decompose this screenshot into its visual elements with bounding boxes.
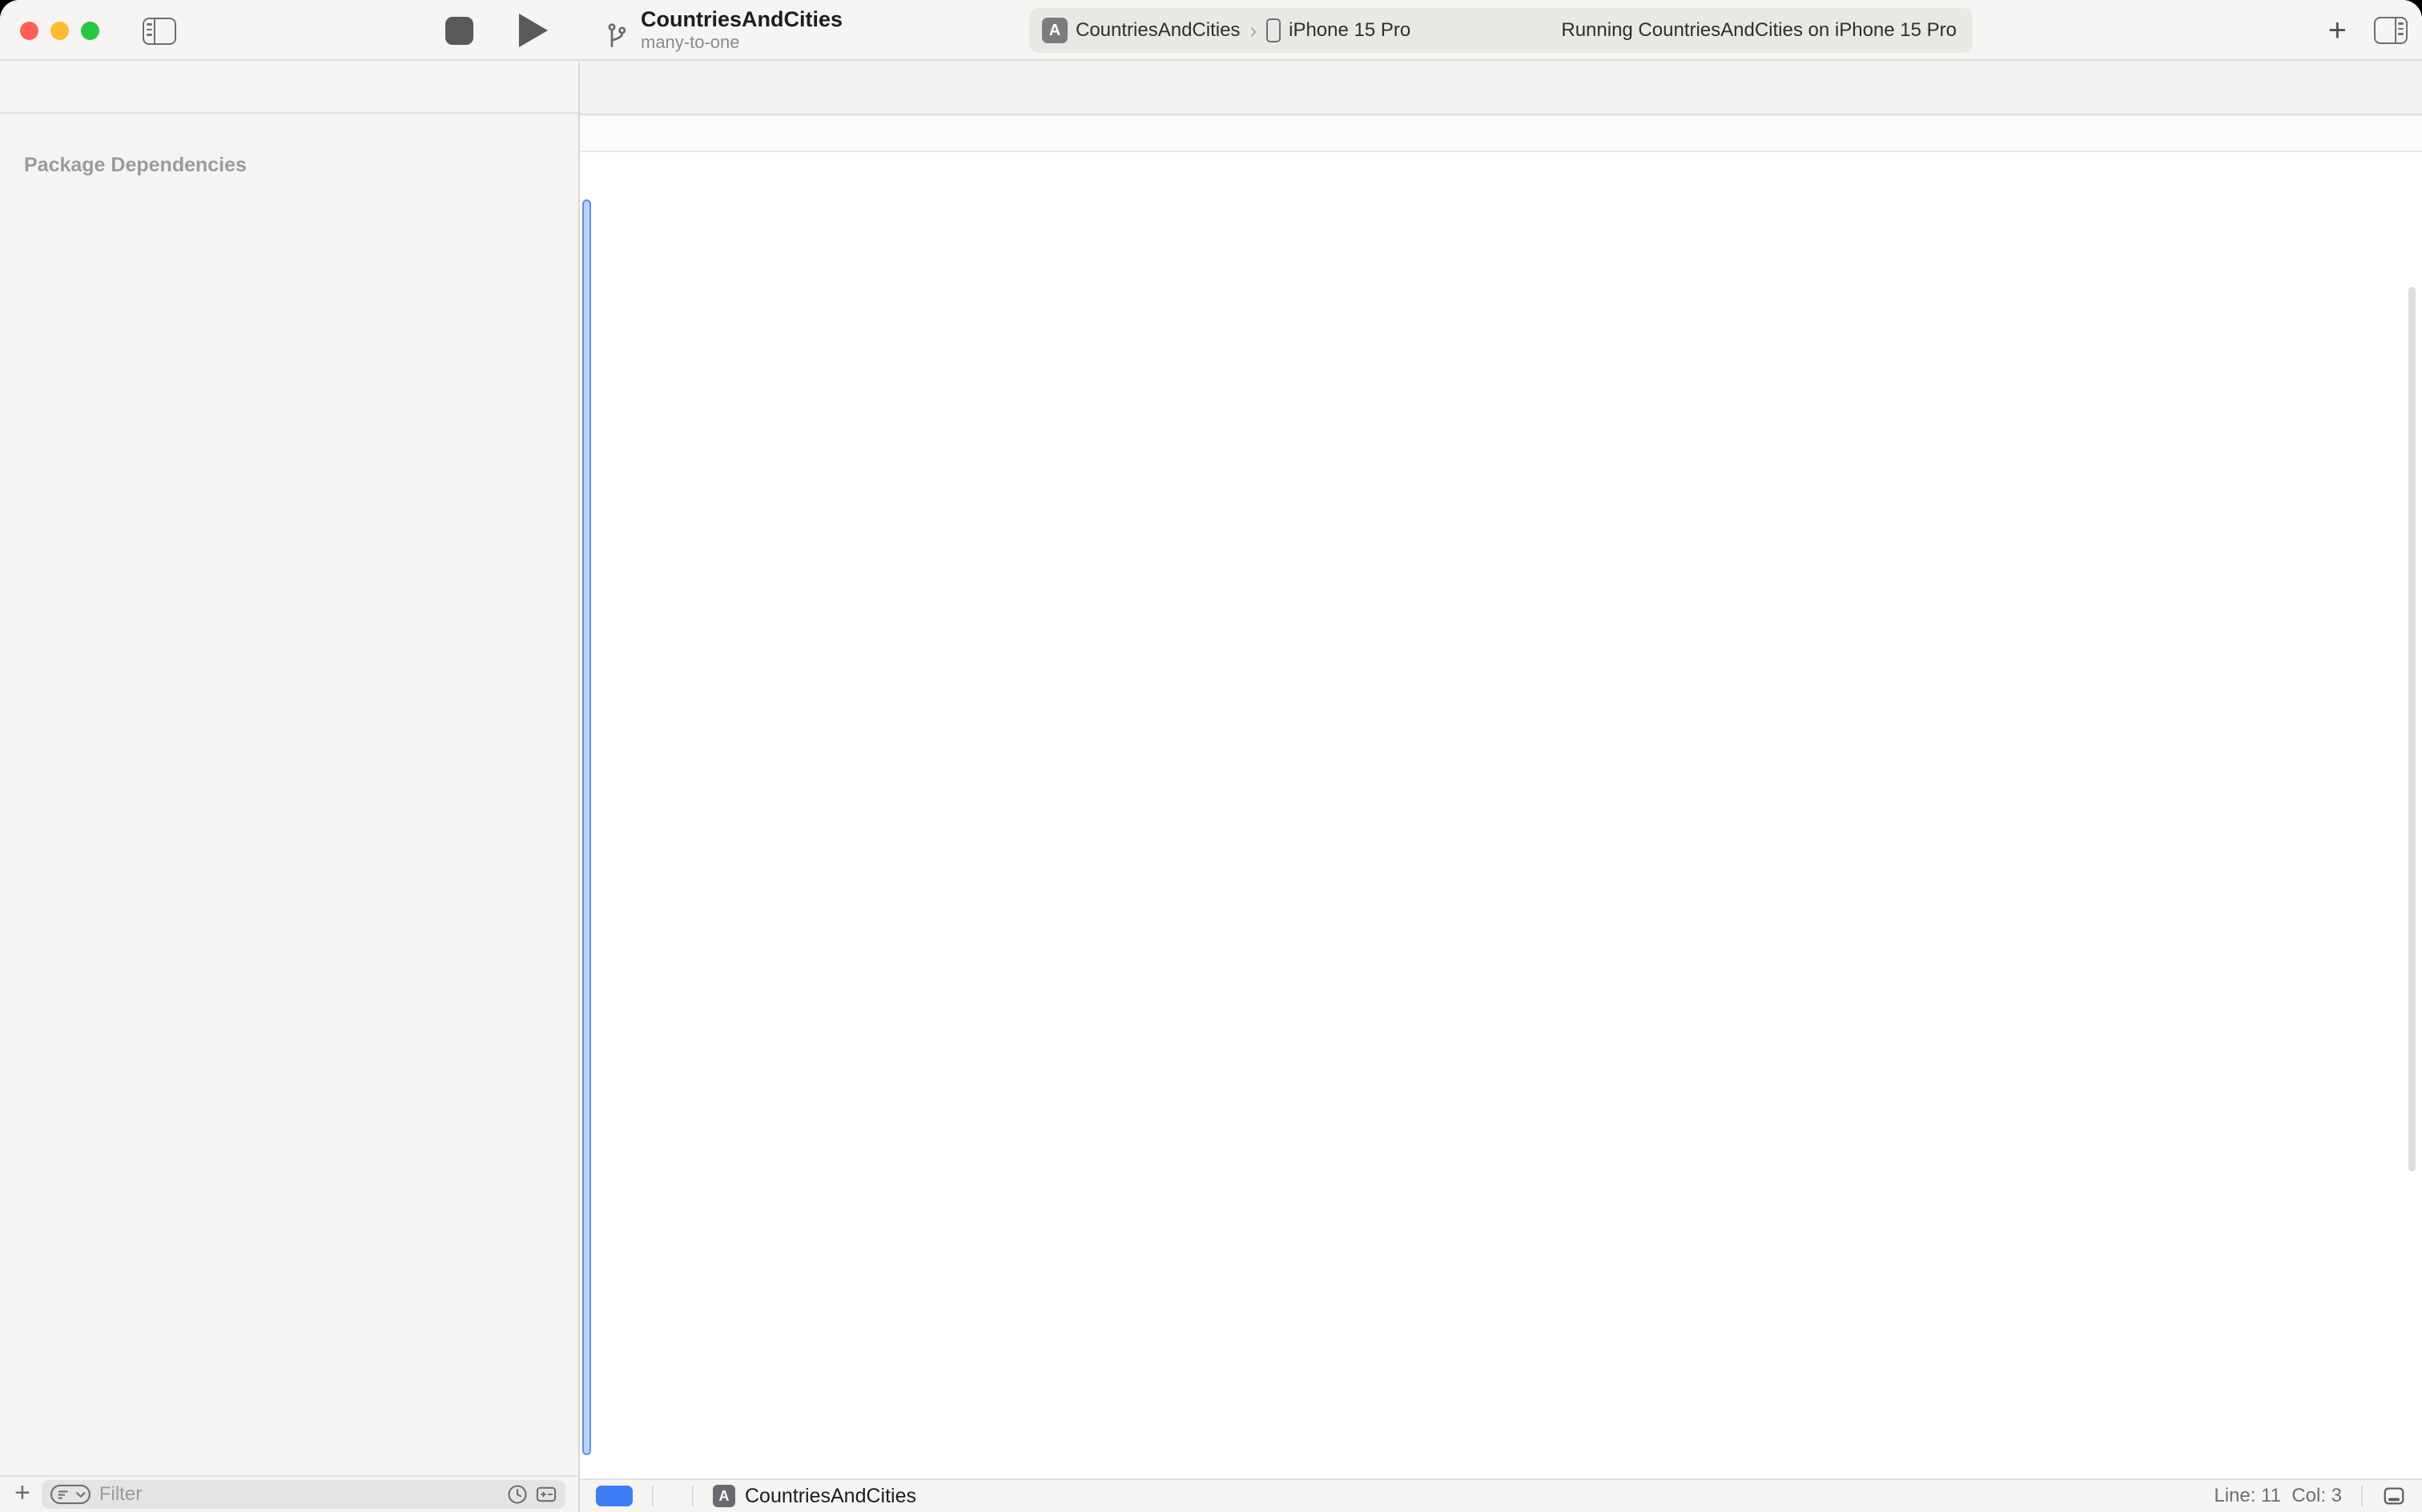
scheme-selector[interactable]: A CountriesAndCities › iPhone 15 Pro: [1042, 18, 1410, 43]
package-dependencies-header: Package Dependencies: [0, 147, 578, 183]
navigator-tab-strip: [0, 62, 578, 114]
title-bar: CountriesAndCities many-to-one A Countri…: [0, 0, 2422, 61]
cursor-position-indicator: Line: 11 Col: 3: [2214, 1485, 2342, 1507]
toggle-inspector-icon[interactable]: [2374, 17, 2408, 44]
filter-scope-icon[interactable]: [535, 1483, 557, 1506]
window-title: CountriesAndCities: [641, 6, 843, 32]
close-window-button[interactable]: [20, 22, 38, 40]
navigator-sidebar: Package Dependencies + Filter: [0, 62, 580, 1512]
run-button[interactable]: [519, 14, 548, 47]
source-code-editor[interactable]: [580, 152, 2422, 1478]
new-tab-icon[interactable]: +: [2328, 14, 2347, 46]
xcode-window: CountriesAndCities many-to-one A Countri…: [0, 0, 2422, 1512]
filter-placeholder: Filter: [91, 1483, 500, 1506]
project-title-group: CountriesAndCities many-to-one: [602, 6, 843, 53]
zoom-window-button[interactable]: [81, 22, 99, 40]
divider: [2361, 1486, 2363, 1506]
minimize-window-button[interactable]: [50, 22, 69, 40]
filter-menu-icon[interactable]: [50, 1483, 91, 1506]
editor-layout-icon[interactable]: [2382, 1484, 2406, 1508]
scheme-app-icon: A: [1042, 18, 1068, 43]
scheme-app-name: CountriesAndCities: [1076, 19, 1240, 42]
navigator-filter-bar: + Filter: [0, 1475, 578, 1512]
toggle-navigator-icon[interactable]: [143, 18, 176, 45]
editor-tabs: [604, 62, 2393, 114]
editor-area: A CountriesAndCities Line: 11 Col: 3: [580, 62, 2422, 1512]
divider: [652, 1486, 654, 1506]
activity-status-pill[interactable]: A CountriesAndCities › iPhone 15 Pro Run…: [1029, 8, 1973, 53]
running-app-indicator[interactable]: A CountriesAndCities: [713, 1485, 916, 1508]
running-app-name: CountriesAndCities: [745, 1485, 916, 1508]
tab-bar-right-controls: [2393, 62, 2422, 114]
tab-bar-left-controls: [580, 62, 604, 114]
debug-bar: A CountriesAndCities Line: 11 Col: 3: [580, 1478, 2422, 1512]
toolbar-right-group: +: [2328, 14, 2408, 46]
app-icon: A: [713, 1485, 735, 1507]
device-icon: [1266, 18, 1281, 42]
stop-button[interactable]: [445, 17, 473, 45]
code-lines: [580, 152, 2422, 1478]
project-file-tree: [0, 114, 578, 123]
window-subtitle: many-to-one: [641, 32, 843, 53]
editor-tab-bar: [580, 62, 2422, 115]
add-file-icon[interactable]: +: [14, 1478, 30, 1509]
editor-scrollbar[interactable]: [2408, 287, 2416, 1172]
recent-files-clock-icon[interactable]: [506, 1483, 529, 1506]
branch-icon: [602, 19, 631, 51]
debug-area-toggle-button[interactable]: [596, 1486, 633, 1506]
scheme-chevron: ›: [1248, 18, 1258, 43]
divider: [692, 1486, 694, 1506]
status-message: Running CountriesAndCities on iPhone 15 …: [1561, 19, 1957, 42]
breadcrumb: [580, 115, 2422, 152]
filter-input[interactable]: Filter: [42, 1480, 565, 1509]
run-destination: iPhone 15 Pro: [1289, 19, 1410, 42]
